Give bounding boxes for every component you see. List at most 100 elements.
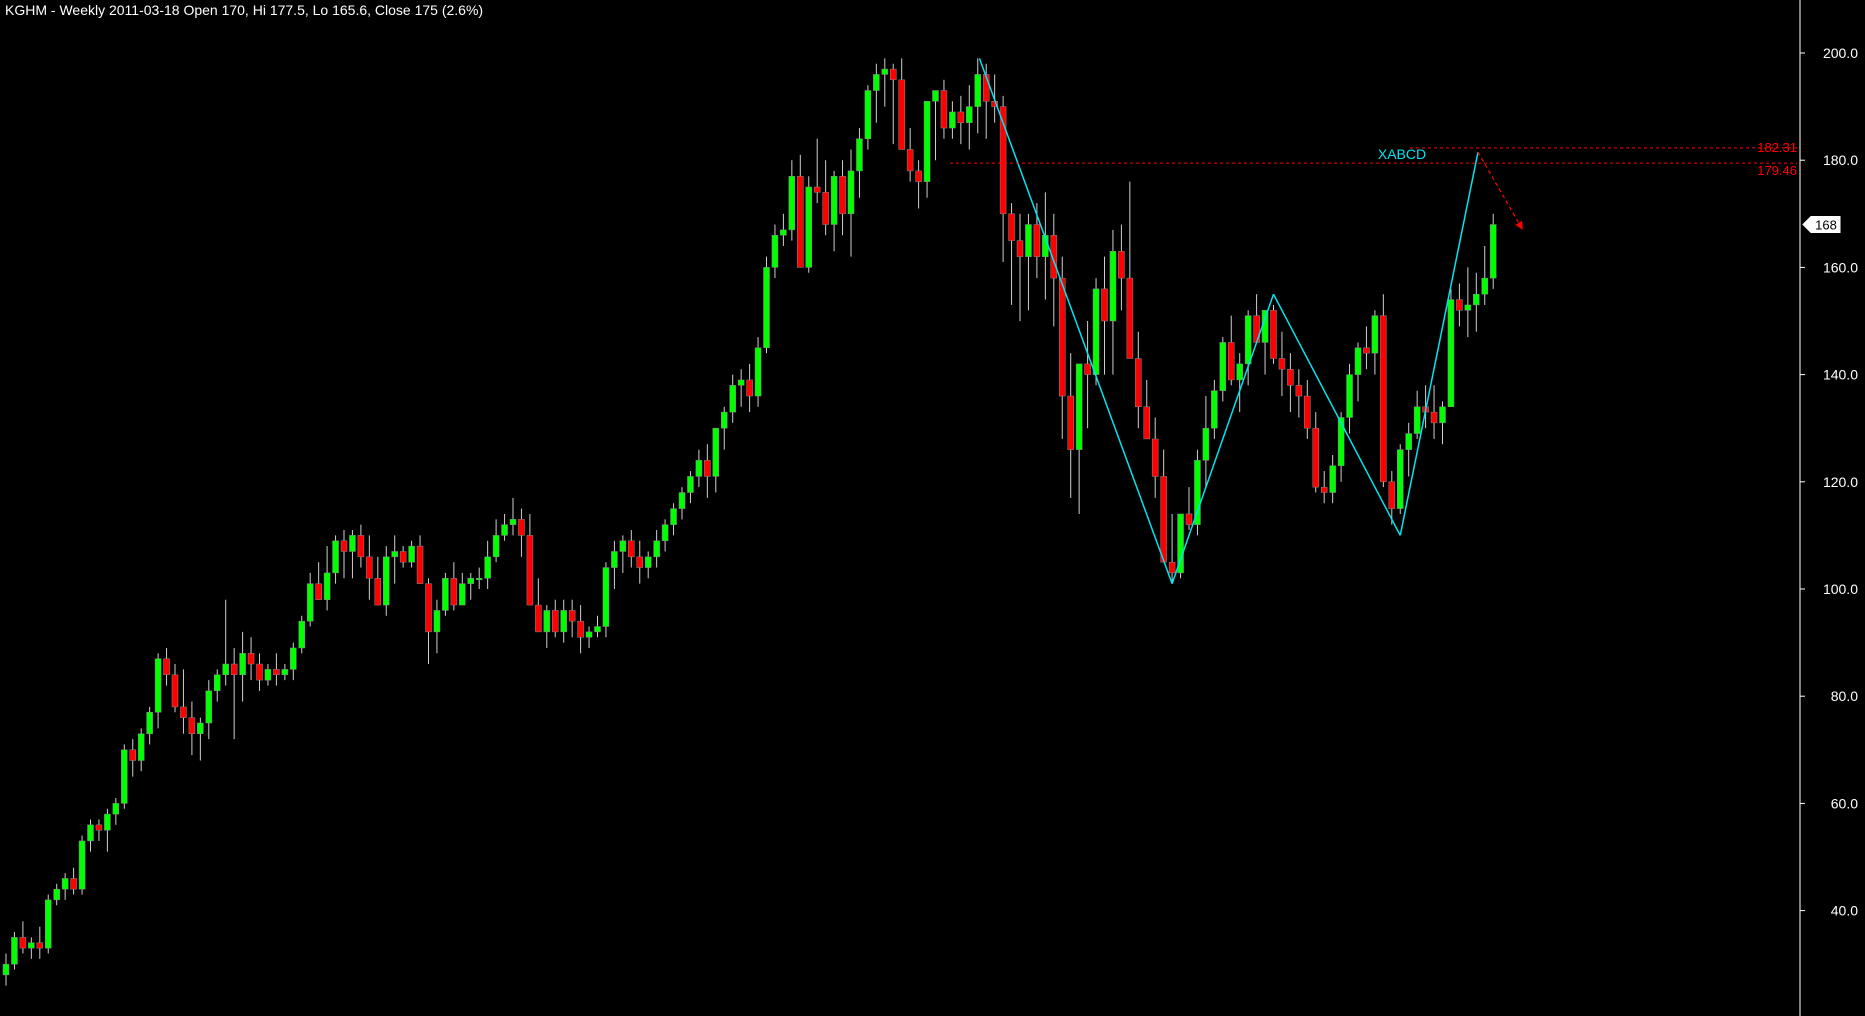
- candle-up: [442, 572, 449, 616]
- candle-body: [1168, 561, 1176, 574]
- candle-down: [450, 562, 458, 611]
- candle-down: [1456, 283, 1463, 327]
- candle-down: [1084, 321, 1091, 429]
- candle-body: [391, 551, 398, 558]
- candle-up: [1489, 213, 1497, 289]
- candle-body: [1304, 395, 1311, 429]
- candle-up: [754, 337, 762, 407]
- candle-body: [1329, 465, 1336, 493]
- candle-up: [847, 149, 855, 257]
- candle-body: [87, 824, 94, 842]
- candle-up: [619, 535, 627, 573]
- candle-body: [349, 535, 356, 552]
- candle-body: [628, 540, 635, 558]
- candle-body: [1025, 224, 1032, 257]
- candle-body: [290, 647, 297, 670]
- candle-up: [391, 535, 398, 584]
- candle-body: [70, 878, 77, 890]
- candle-down: [1320, 471, 1328, 504]
- candle-body: [416, 545, 424, 584]
- candle-up: [264, 664, 272, 686]
- candle-up: [611, 540, 618, 589]
- candle-down: [746, 363, 753, 413]
- candle-up: [543, 605, 551, 648]
- candle-body: [137, 733, 145, 761]
- candle-up: [687, 471, 694, 504]
- candle-down: [1363, 326, 1370, 370]
- candle-body: [602, 567, 610, 627]
- candle-body: [1228, 342, 1235, 381]
- candle-body: [163, 658, 170, 676]
- candle-body: [678, 492, 686, 509]
- candle-body: [509, 519, 517, 525]
- candle-up: [1473, 272, 1480, 332]
- candle-up: [2, 953, 10, 986]
- candle-up: [729, 374, 736, 423]
- candle-up: [45, 894, 52, 954]
- candle-up: [1194, 449, 1201, 536]
- candle-body: [171, 674, 179, 708]
- candle-body: [129, 749, 136, 761]
- candle-down: [357, 524, 365, 568]
- candle-body: [577, 620, 584, 638]
- last-price-label: 168: [1815, 218, 1837, 233]
- candle-up: [932, 90, 939, 161]
- candle-body: [340, 540, 348, 552]
- candle-body: [1075, 363, 1083, 450]
- candle-down: [70, 867, 77, 895]
- candle-body: [898, 79, 905, 150]
- candle-up: [780, 213, 787, 246]
- candle-body: [298, 620, 305, 649]
- candle-body: [949, 111, 956, 129]
- candle-up: [1405, 422, 1412, 477]
- candle-up: [1439, 401, 1446, 445]
- candle-down: [1278, 331, 1286, 397]
- candle-down: [36, 926, 44, 959]
- candle-body: [1219, 342, 1227, 391]
- candle-up: [763, 256, 770, 354]
- candle-body: [915, 170, 922, 182]
- candle-body: [788, 176, 796, 231]
- candle-down: [315, 562, 322, 600]
- candle-body: [222, 663, 229, 676]
- candle-up: [332, 535, 339, 584]
- candle-body: [974, 74, 981, 107]
- candle-body: [374, 578, 382, 606]
- candle-up: [1025, 213, 1032, 311]
- candle-body: [797, 176, 804, 268]
- candle-body: [1016, 240, 1024, 257]
- candle-body: [112, 803, 120, 815]
- candle-up: [670, 503, 677, 536]
- candle-body: [856, 138, 863, 172]
- candle-body: [763, 267, 770, 349]
- candle-body: [61, 878, 69, 890]
- candle-up: [1219, 337, 1227, 402]
- y-tick-label: 180.0: [1823, 152, 1858, 168]
- candle-body: [1388, 481, 1396, 509]
- candle-down: [526, 513, 534, 606]
- candle-body: [1084, 363, 1091, 375]
- candle-body: [568, 610, 576, 622]
- candle-body: [332, 540, 339, 574]
- candle-down: [95, 819, 103, 841]
- candle-body: [864, 90, 872, 140]
- candle-body: [11, 937, 18, 965]
- candle-body: [1067, 395, 1074, 450]
- y-tick-label: 120.0: [1823, 474, 1858, 490]
- candle-up: [830, 170, 838, 252]
- candle-body: [1236, 363, 1243, 381]
- candle-up: [239, 631, 246, 702]
- candle-up: [1371, 310, 1379, 375]
- candle-up: [721, 406, 728, 450]
- candle-body: [1464, 304, 1472, 311]
- candle-body: [442, 578, 449, 611]
- candle-body: [104, 813, 111, 831]
- candle-body: [805, 186, 812, 268]
- candle-up: [53, 883, 60, 906]
- candle-body: [1160, 476, 1167, 563]
- candle-down: [940, 79, 948, 139]
- candle-up: [28, 937, 35, 959]
- candle-body: [704, 460, 711, 477]
- candle-up: [484, 540, 491, 589]
- candle-body: [940, 90, 948, 129]
